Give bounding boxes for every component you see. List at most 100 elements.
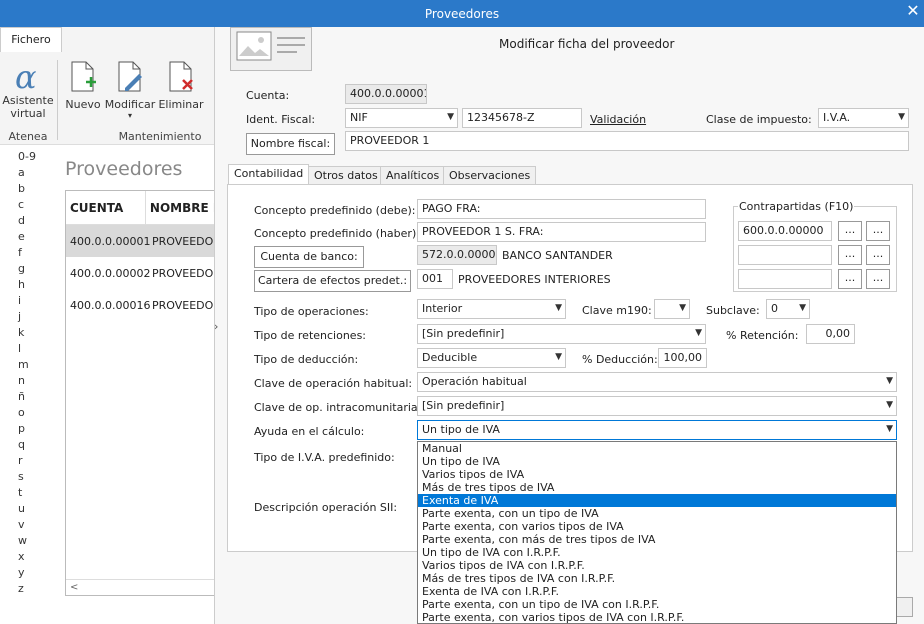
contrapartida-field-1[interactable]: 600.0.0.00000 bbox=[738, 221, 832, 241]
horizontal-scrollbar[interactable]: < bbox=[66, 579, 214, 595]
table-row[interactable]: 400.0.0.00002 PROVEEDOR bbox=[66, 257, 221, 289]
letter-filter-item[interactable]: o bbox=[0, 406, 40, 422]
dropdown-option[interactable]: Parte exenta, con más de tres tipos de I… bbox=[418, 533, 896, 546]
letter-filter-item[interactable]: u bbox=[0, 502, 40, 518]
contrapartida-search-button-3[interactable]: ... bbox=[838, 269, 862, 289]
dropdown-option[interactable]: Manual bbox=[418, 442, 896, 455]
contrapartida-more-button-3[interactable]: ... bbox=[866, 269, 890, 289]
tab-observaciones[interactable]: Observaciones bbox=[443, 166, 537, 185]
col-nombre[interactable]: NOMBRE FI bbox=[144, 190, 214, 225]
letter-filter-item[interactable]: j bbox=[0, 310, 40, 326]
tab-analiticos[interactable]: Analíticos bbox=[380, 166, 446, 185]
letter-filter-item[interactable]: v bbox=[0, 518, 40, 534]
letter-filter-item[interactable]: k bbox=[0, 326, 40, 342]
dropdown-option[interactable]: Parte exenta, con un tipo de IVA bbox=[418, 507, 896, 520]
contrapartida-search-button-2[interactable]: ... bbox=[838, 245, 862, 265]
close-icon[interactable]: ✕ bbox=[902, 0, 924, 22]
clave-hab-select[interactable]: Operación habitual ▼ bbox=[417, 372, 897, 392]
contrapartida-more-button-2[interactable]: ... bbox=[866, 245, 890, 265]
ayuda-dropdown-list[interactable]: Manual Un tipo de IVA Varios tipos de IVA M… bbox=[417, 441, 897, 624]
letter-filter-item[interactable]: l bbox=[0, 342, 40, 358]
dropdown-option[interactable]: Varios tipos de IVA con I.R.P.F. bbox=[418, 559, 896, 572]
dropdown-option[interactable]: Parte exenta, con varios tipos de IVA bbox=[418, 520, 896, 533]
assistant-button[interactable]: Asistente virtual bbox=[2, 94, 54, 120]
letter-filter-item[interactable]: t bbox=[0, 486, 40, 502]
pct-ret-field[interactable]: 0,00 bbox=[806, 324, 855, 344]
letter-filter-item[interactable]: i bbox=[0, 294, 40, 310]
letter-filter-item[interactable]: m bbox=[0, 358, 40, 374]
table-row[interactable]: 400.0.0.00016 PROVEEDOR bbox=[66, 289, 221, 321]
letter-filter-item[interactable]: d bbox=[0, 214, 40, 230]
letter-filter-item[interactable]: 0-9 bbox=[0, 150, 40, 166]
tipo-ded-select[interactable]: Deducible ▼ bbox=[417, 348, 566, 368]
table-row[interactable]: 400.0.0.00001 PROVEEDOR bbox=[66, 225, 221, 257]
cuenta-banco-button[interactable]: Cuenta de banco: bbox=[254, 246, 364, 268]
clave190-select[interactable]: ▼ bbox=[654, 299, 690, 319]
ayuda-select[interactable]: Un tipo de IVA ▼ bbox=[417, 420, 897, 440]
dropdown-option[interactable]: Varios tipos de IVA bbox=[418, 468, 896, 481]
pct-ded-field[interactable]: 100,00 bbox=[658, 348, 707, 368]
tab-otros-datos[interactable]: Otros datos bbox=[308, 166, 384, 185]
dropdown-option[interactable]: Exenta de IVA bbox=[418, 494, 896, 507]
list-title: Proveedores bbox=[65, 158, 183, 180]
letter-filter-item[interactable]: r bbox=[0, 454, 40, 470]
col-cuenta[interactable]: CUENTA bbox=[66, 201, 145, 215]
clave-intra-select[interactable]: [Sin predefinir] ▼ bbox=[417, 396, 897, 416]
letter-filter-item[interactable]: s bbox=[0, 470, 40, 486]
tipo-ret-select[interactable]: [Sin predefinir] ▼ bbox=[417, 324, 706, 344]
providers-grid[interactable]: CUENTA NOMBRE FI 400.0.0.00001PROVEEDOR … bbox=[65, 190, 221, 596]
cartera-code-field[interactable]: 001 bbox=[417, 269, 453, 289]
modify-button[interactable]: Modificar ▾ bbox=[104, 60, 156, 120]
letter-filter-item[interactable]: c bbox=[0, 198, 40, 214]
new-button[interactable]: Nuevo bbox=[62, 60, 104, 111]
dropdown-option[interactable]: Más de tres tipos de IVA con I.R.P.F. bbox=[418, 572, 896, 585]
validacion-link[interactable]: Validación bbox=[590, 113, 646, 126]
cuenta-field[interactable]: 400.0.0.00001 bbox=[345, 84, 427, 104]
contrapartida-field-2[interactable] bbox=[738, 245, 832, 265]
ayuda-value: Un tipo de IVA bbox=[422, 423, 500, 436]
letter-filter-item[interactable]: f bbox=[0, 246, 40, 262]
delete-button[interactable]: Eliminar bbox=[158, 60, 204, 111]
concepto-haber-field[interactable]: PROVEEDOR 1 S. FRA: bbox=[417, 222, 706, 242]
banco-code-field[interactable]: 572.0.0.00001 bbox=[417, 245, 497, 265]
photo-placeholder[interactable] bbox=[230, 27, 312, 71]
letter-filter-item[interactable]: q bbox=[0, 438, 40, 454]
letter-filter-item[interactable]: g bbox=[0, 262, 40, 278]
letter-filter-item[interactable]: a bbox=[0, 166, 40, 182]
letter-filter-item[interactable]: z bbox=[0, 582, 40, 598]
ident-type-select[interactable]: NIF ▼ bbox=[345, 108, 458, 128]
contrapartida-search-button-1[interactable]: ... bbox=[838, 221, 862, 241]
letter-filter-item[interactable]: x bbox=[0, 550, 40, 566]
clave-hab-value: Operación habitual bbox=[422, 375, 527, 388]
letter-filter-item[interactable]: e bbox=[0, 230, 40, 246]
expand-chevron-icon[interactable]: › bbox=[214, 320, 224, 336]
cartera-button[interactable]: Cartera de efectos predet.: bbox=[254, 270, 411, 292]
letter-filter-item[interactable]: p bbox=[0, 422, 40, 438]
tab-contabilidad[interactable]: Contabilidad bbox=[228, 164, 310, 185]
group-mantenimiento: Mantenimiento bbox=[118, 130, 202, 143]
dropdown-option[interactable]: Exenta de IVA con I.R.P.F. bbox=[418, 585, 896, 598]
contrapartida-field-3[interactable] bbox=[738, 269, 832, 289]
letter-filter-item[interactable]: h bbox=[0, 278, 40, 294]
letter-filter-item[interactable]: b bbox=[0, 182, 40, 198]
nombre-fiscal-button[interactable]: Nombre fiscal: bbox=[246, 133, 335, 155]
dropdown-option[interactable]: Un tipo de IVA con I.R.P.F. bbox=[418, 546, 896, 559]
tipo-op-select[interactable]: Interior ▼ bbox=[417, 299, 566, 319]
letter-filter-item[interactable]: n bbox=[0, 374, 40, 390]
contrapartida-more-button-1[interactable]: ... bbox=[866, 221, 890, 241]
nombre-fiscal-field[interactable]: PROVEEDOR 1 bbox=[345, 131, 909, 151]
dropdown-option[interactable]: Parte exenta, con varios tipos de IVA co… bbox=[418, 611, 896, 623]
concepto-debe-field[interactable]: PAGO FRA: bbox=[417, 199, 706, 219]
letter-filter-item[interactable]: y bbox=[0, 566, 40, 582]
dropdown-option[interactable]: Parte exenta, con un tipo de IVA con I.R… bbox=[418, 598, 896, 611]
ident-value-field[interactable]: 12345678-Z bbox=[462, 108, 582, 128]
assistant-icon[interactable]: α bbox=[15, 58, 37, 96]
letter-filter-item[interactable]: ñ bbox=[0, 390, 40, 406]
dropdown-option[interactable]: Más de tres tipos de IVA bbox=[418, 481, 896, 494]
footer-button-edge[interactable] bbox=[895, 597, 913, 617]
subclave-select[interactable]: 0 ▼ bbox=[766, 299, 810, 319]
tab-fichero[interactable]: Fichero bbox=[0, 27, 62, 52]
letter-filter-item[interactable]: w bbox=[0, 534, 40, 550]
clase-select[interactable]: I.V.A. ▼ bbox=[818, 108, 909, 128]
dropdown-option[interactable]: Un tipo de IVA bbox=[418, 455, 896, 468]
